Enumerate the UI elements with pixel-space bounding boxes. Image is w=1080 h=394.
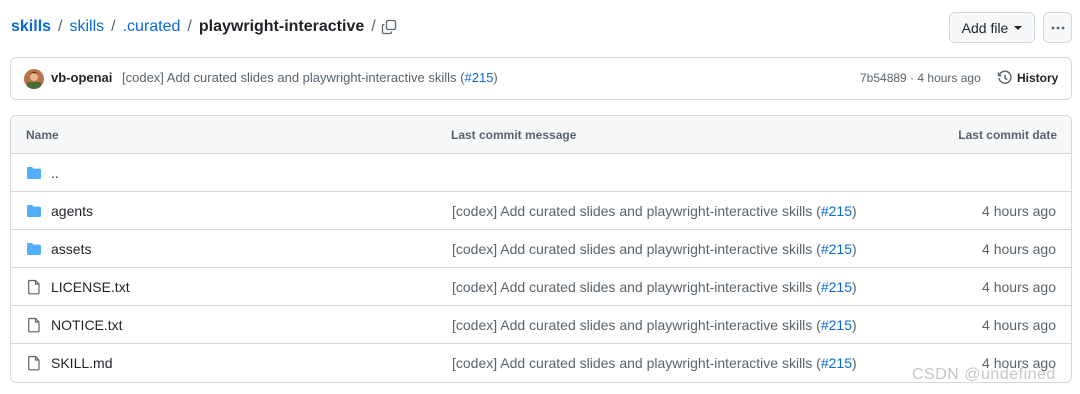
row-pr-link[interactable]: #215 <box>821 355 852 371</box>
row-commit-date: 4 hours ago <box>982 203 1056 219</box>
table-row[interactable]: .. <box>11 154 1071 192</box>
breadcrumb: skills / skills / .curated / playwright-… <box>11 16 383 38</box>
file-name-link[interactable]: NOTICE.txt <box>51 317 123 333</box>
folder-icon <box>27 205 41 217</box>
history-button[interactable]: History <box>997 70 1058 86</box>
commit-hash-time[interactable]: 7b54889 · 4 hours ago <box>860 71 981 85</box>
row-commit-end: ) <box>852 317 857 333</box>
breadcrumb-link-skills[interactable]: skills <box>69 16 104 38</box>
more-options-button[interactable] <box>1043 12 1072 43</box>
file-icon <box>28 317 40 333</box>
row-commit-text: [codex] Add curated slides and playwrigh… <box>452 203 821 219</box>
avatar[interactable] <box>24 69 44 89</box>
copy-icon <box>381 19 397 35</box>
latest-commit-bar: vb-openai [codex] Add curated slides and… <box>10 57 1072 100</box>
copy-path-button[interactable] <box>378 16 400 38</box>
row-commit-message[interactable]: [codex] Add curated slides and playwrigh… <box>452 355 857 371</box>
parent-directory-link[interactable]: .. <box>51 165 59 181</box>
row-commit-text: [codex] Add curated slides and playwrigh… <box>452 355 821 371</box>
row-pr-link[interactable]: #215 <box>821 203 852 219</box>
row-pr-link[interactable]: #215 <box>821 279 852 295</box>
kebab-horizontal-icon <box>1051 26 1064 29</box>
row-commit-message[interactable]: [codex] Add curated slides and playwrigh… <box>452 203 857 219</box>
breadcrumb-separator: / <box>58 18 63 35</box>
table-header: Name Last commit message Last commit dat… <box>11 116 1071 154</box>
row-pr-link[interactable]: #215 <box>821 241 852 257</box>
table-row[interactable]: assets [codex] Add curated slides and pl… <box>11 230 1071 268</box>
row-commit-text: [codex] Add curated slides and playwrigh… <box>452 279 821 295</box>
file-table: Name Last commit message Last commit dat… <box>10 115 1072 383</box>
triangle-down-icon <box>1014 25 1023 30</box>
table-row[interactable]: LICENSE.txt [codex] Add curated slides a… <box>11 268 1071 306</box>
commit-author[interactable]: vb-openai <box>51 70 112 85</box>
commit-message[interactable]: [codex] Add curated slides and playwrigh… <box>122 70 498 85</box>
file-icon <box>28 279 40 295</box>
folder-icon <box>27 167 41 179</box>
table-row[interactable]: NOTICE.txt [codex] Add curated slides an… <box>11 306 1071 344</box>
folder-icon <box>27 243 41 255</box>
row-commit-end: ) <box>852 203 857 219</box>
file-icon <box>28 355 40 371</box>
row-commit-date: 4 hours ago <box>982 241 1056 257</box>
commit-message-text: [codex] Add curated slides and playwrigh… <box>122 70 465 85</box>
add-file-label: Add file <box>961 19 1009 36</box>
file-name-link[interactable]: agents <box>51 203 93 219</box>
breadcrumb-current: playwright-interactive <box>198 18 365 35</box>
breadcrumb-separator: / <box>187 18 192 35</box>
commit-pr-link[interactable]: #215 <box>465 70 494 85</box>
row-commit-end: ) <box>852 241 857 257</box>
repo-header: skills / skills / .curated / playwright-… <box>0 0 1080 56</box>
history-label: History <box>1017 71 1059 85</box>
row-commit-text: [codex] Add curated slides and playwrigh… <box>452 317 821 333</box>
table-row[interactable]: agents [codex] Add curated slides and pl… <box>11 192 1071 230</box>
column-header-message: Last commit message <box>451 128 577 142</box>
commit-message-end: ) <box>493 70 498 85</box>
row-commit-end: ) <box>852 279 857 295</box>
file-name-link[interactable]: LICENSE.txt <box>51 279 130 295</box>
file-name-link[interactable]: assets <box>51 241 91 257</box>
row-commit-message[interactable]: [codex] Add curated slides and playwrigh… <box>452 279 857 295</box>
row-commit-date: 4 hours ago <box>982 317 1056 333</box>
column-header-name: Name <box>26 128 59 142</box>
history-icon <box>997 70 1012 84</box>
row-commit-message[interactable]: [codex] Add curated slides and playwrigh… <box>452 241 857 257</box>
column-header-date: Last commit date <box>958 128 1057 142</box>
row-commit-message[interactable]: [codex] Add curated slides and playwrigh… <box>452 317 857 333</box>
row-commit-end: ) <box>852 355 857 371</box>
add-file-button[interactable]: Add file <box>949 12 1035 43</box>
breadcrumb-separator: / <box>111 18 116 35</box>
breadcrumb-link-curated[interactable]: .curated <box>123 16 181 38</box>
breadcrumb-link-skills-root[interactable]: skills <box>11 16 51 38</box>
watermark: CSDN @undefined <box>912 366 1056 383</box>
file-name-link[interactable]: SKILL.md <box>51 355 112 371</box>
row-pr-link[interactable]: #215 <box>821 317 852 333</box>
row-commit-date: 4 hours ago <box>982 279 1056 295</box>
breadcrumb-separator: / <box>371 18 376 35</box>
row-commit-text: [codex] Add curated slides and playwrigh… <box>452 241 821 257</box>
